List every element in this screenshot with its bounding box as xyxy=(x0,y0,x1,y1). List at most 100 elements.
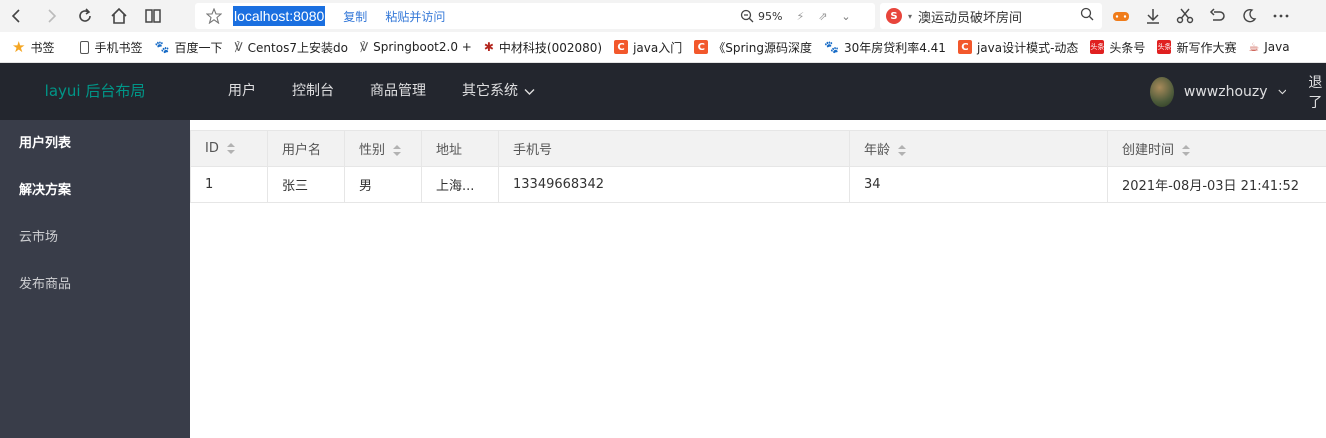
toutiao-icon: 头条 xyxy=(1090,40,1105,54)
phone-icon xyxy=(80,40,90,54)
user-table: ID 用户名 性别 地址 手机号 年龄 创建时间 1 张三 男 上海... 13… xyxy=(190,130,1326,203)
bookmark-item[interactable]: 头条 新写作大赛 xyxy=(1157,39,1236,56)
cell-id: 1 xyxy=(190,166,268,203)
bookmark-item[interactable]: ℣ Centos7上安装do xyxy=(234,39,347,56)
cell-username: 张三 xyxy=(267,166,345,203)
sort-icon[interactable] xyxy=(1182,144,1191,157)
bookmark-item[interactable]: 🐾 30年房贷利率4.41 xyxy=(824,39,946,56)
bookmark-item[interactable]: ☕ Java xyxy=(1248,40,1289,54)
content-area: ID 用户名 性别 地址 手机号 年龄 创建时间 1 张三 男 上海... 13… xyxy=(190,120,1326,438)
nav-other-systems-label: 其它系统 xyxy=(462,83,518,99)
column-header-created-time[interactable]: 创建时间 xyxy=(1107,130,1326,167)
back-button[interactable] xyxy=(0,0,34,32)
bookmark-item[interactable]: ★ 书签 xyxy=(12,38,54,56)
bookmark-item[interactable]: 手机书签 xyxy=(80,39,142,56)
column-header-phone: 手机号 xyxy=(498,130,850,167)
column-header-username: 用户名 xyxy=(267,130,345,167)
bookmark-item[interactable]: 🐾 百度一下 xyxy=(154,39,222,56)
search-text[interactable]: 澳运动员破坏房间 xyxy=(918,7,1022,26)
column-header-id[interactable]: ID xyxy=(190,130,268,167)
top-nav: 用户 控制台 商品管理 其它系统 xyxy=(210,63,553,120)
search-engine-dropdown-icon[interactable]: ▾ xyxy=(908,12,912,21)
reading-mode-button[interactable] xyxy=(136,0,170,32)
sidebar-item-publish-product[interactable]: 发布商品 xyxy=(0,261,190,308)
chevron-down-icon[interactable] xyxy=(1277,88,1287,96)
table-header-row: ID 用户名 性别 地址 手机号 年龄 创建时间 xyxy=(190,130,1326,167)
bookmark-item[interactable]: C 《Spring源码深度 xyxy=(694,39,812,56)
sort-icon[interactable] xyxy=(226,142,235,155)
reload-button[interactable] xyxy=(68,0,102,32)
home-button[interactable] xyxy=(102,0,136,32)
url-text[interactable]: localhost:8080 xyxy=(233,6,326,26)
username[interactable]: wwwzhouzy xyxy=(1184,84,1268,100)
moon-icon[interactable] xyxy=(1240,7,1258,25)
share-icon[interactable]: ⇗ xyxy=(818,10,827,23)
home-icon xyxy=(111,7,127,24)
logout-link[interactable]: 退了 xyxy=(1308,72,1326,112)
bookmark-item[interactable]: Cjava设计模式-动态 xyxy=(957,39,1078,56)
cell-gender: 男 xyxy=(344,166,422,203)
app-logo[interactable]: layui 后台布局 xyxy=(0,63,190,120)
bookmark-item[interactable]: 头条 头条号 xyxy=(1090,39,1145,56)
more-icon[interactable] xyxy=(1272,7,1290,25)
gamepad-icon[interactable] xyxy=(1112,7,1130,25)
nav-products[interactable]: 商品管理 xyxy=(352,63,444,120)
toutiao-icon: 头条 xyxy=(1157,40,1172,54)
bookmark-item[interactable]: ✱ 中材科技(002080) xyxy=(484,39,602,56)
sidebar-item-user-list[interactable]: 用户列表 xyxy=(0,120,190,167)
bookmarks-bar: ★ 书签 手机书签 🐾 百度一下 ℣ Centos7上安装do ℣ Springboot… xyxy=(0,32,1326,63)
nav-console[interactable]: 控制台 xyxy=(274,63,352,120)
zoom-level[interactable]: 95% xyxy=(758,10,782,23)
sort-icon[interactable] xyxy=(898,144,907,157)
sidebar-item-cloud-market[interactable]: 云市场 xyxy=(0,214,190,261)
baidu-paw-icon: 🐾 xyxy=(823,40,839,54)
user-area: wwwzhouzy 退了 xyxy=(1150,63,1326,120)
star-icon: ★ xyxy=(12,38,26,56)
leaf-icon: ℣ xyxy=(234,40,243,54)
forward-icon xyxy=(48,9,57,23)
column-header-age[interactable]: 年龄 xyxy=(849,130,1108,167)
lightning-icon[interactable]: ⚡ xyxy=(796,10,804,23)
csdn-icon: C xyxy=(694,40,709,54)
column-header-gender[interactable]: 性别 xyxy=(344,130,422,167)
zoom-area: 95% ⚡ ⇗ ⌄ xyxy=(740,3,851,29)
avatar[interactable] xyxy=(1150,76,1174,107)
browser-toolbar: localhost:8080 复制 粘贴并访问 95% ⚡ ⇗ ⌄ S ▾ 澳运… xyxy=(0,0,1326,32)
copy-button[interactable]: 复制 xyxy=(343,8,367,25)
bookmark-star-icon[interactable] xyxy=(195,8,233,24)
app-header: layui 后台布局 用户 控制台 商品管理 其它系统 wwwzhouzy 退了 xyxy=(0,63,1326,120)
table-row[interactable]: 1 张三 男 上海... 13349668342 34 2021年-08月-03… xyxy=(190,166,1326,203)
csdn-icon: C xyxy=(614,40,629,54)
address-bar[interactable]: localhost:8080 复制 粘贴并访问 95% ⚡ ⇗ ⌄ xyxy=(195,3,875,29)
download-icon[interactable] xyxy=(1144,7,1162,25)
scissors-icon[interactable] xyxy=(1176,7,1194,25)
cell-age: 34 xyxy=(849,166,1108,203)
chevron-down-icon xyxy=(524,88,535,95)
baidu-paw-icon: 🐾 xyxy=(154,40,170,54)
bookmark-item[interactable]: Cjava入门 xyxy=(614,39,682,56)
nav-users[interactable]: 用户 xyxy=(210,63,274,120)
sort-icon[interactable] xyxy=(393,144,402,157)
forward-button[interactable] xyxy=(34,0,68,32)
zoom-icon[interactable] xyxy=(740,9,754,23)
cell-created-time: 2021年-08月-03日 21:41:52 xyxy=(1107,166,1326,203)
bookmark-item[interactable]: ℣ Springboot2.0 + xyxy=(360,40,472,54)
sidebar-item-solutions[interactable]: 解决方案 xyxy=(0,167,190,214)
book-icon xyxy=(145,9,161,23)
paste-visit-button[interactable]: 粘贴并访问 xyxy=(385,8,445,25)
sogou-icon[interactable]: S xyxy=(886,8,902,24)
nav-other-systems[interactable]: 其它系统 xyxy=(444,63,553,120)
reload-icon xyxy=(79,8,91,22)
chevron-down-icon[interactable]: ⌄ xyxy=(841,10,850,23)
column-header-address: 地址 xyxy=(421,130,499,167)
search-icon[interactable] xyxy=(1080,7,1094,25)
sidebar: 用户列表 解决方案 云市场 发布商品 xyxy=(0,120,190,438)
undo-icon[interactable] xyxy=(1208,7,1226,25)
browser-right-tools xyxy=(1106,0,1290,32)
csdn-icon: C xyxy=(957,40,972,54)
leaf-icon: ℣ xyxy=(359,40,369,54)
stock-icon: ✱ xyxy=(483,40,494,54)
search-box[interactable]: S ▾ 澳运动员破坏房间 xyxy=(880,3,1102,29)
back-icon xyxy=(11,9,20,23)
cell-phone: 13349668342 xyxy=(498,166,850,203)
